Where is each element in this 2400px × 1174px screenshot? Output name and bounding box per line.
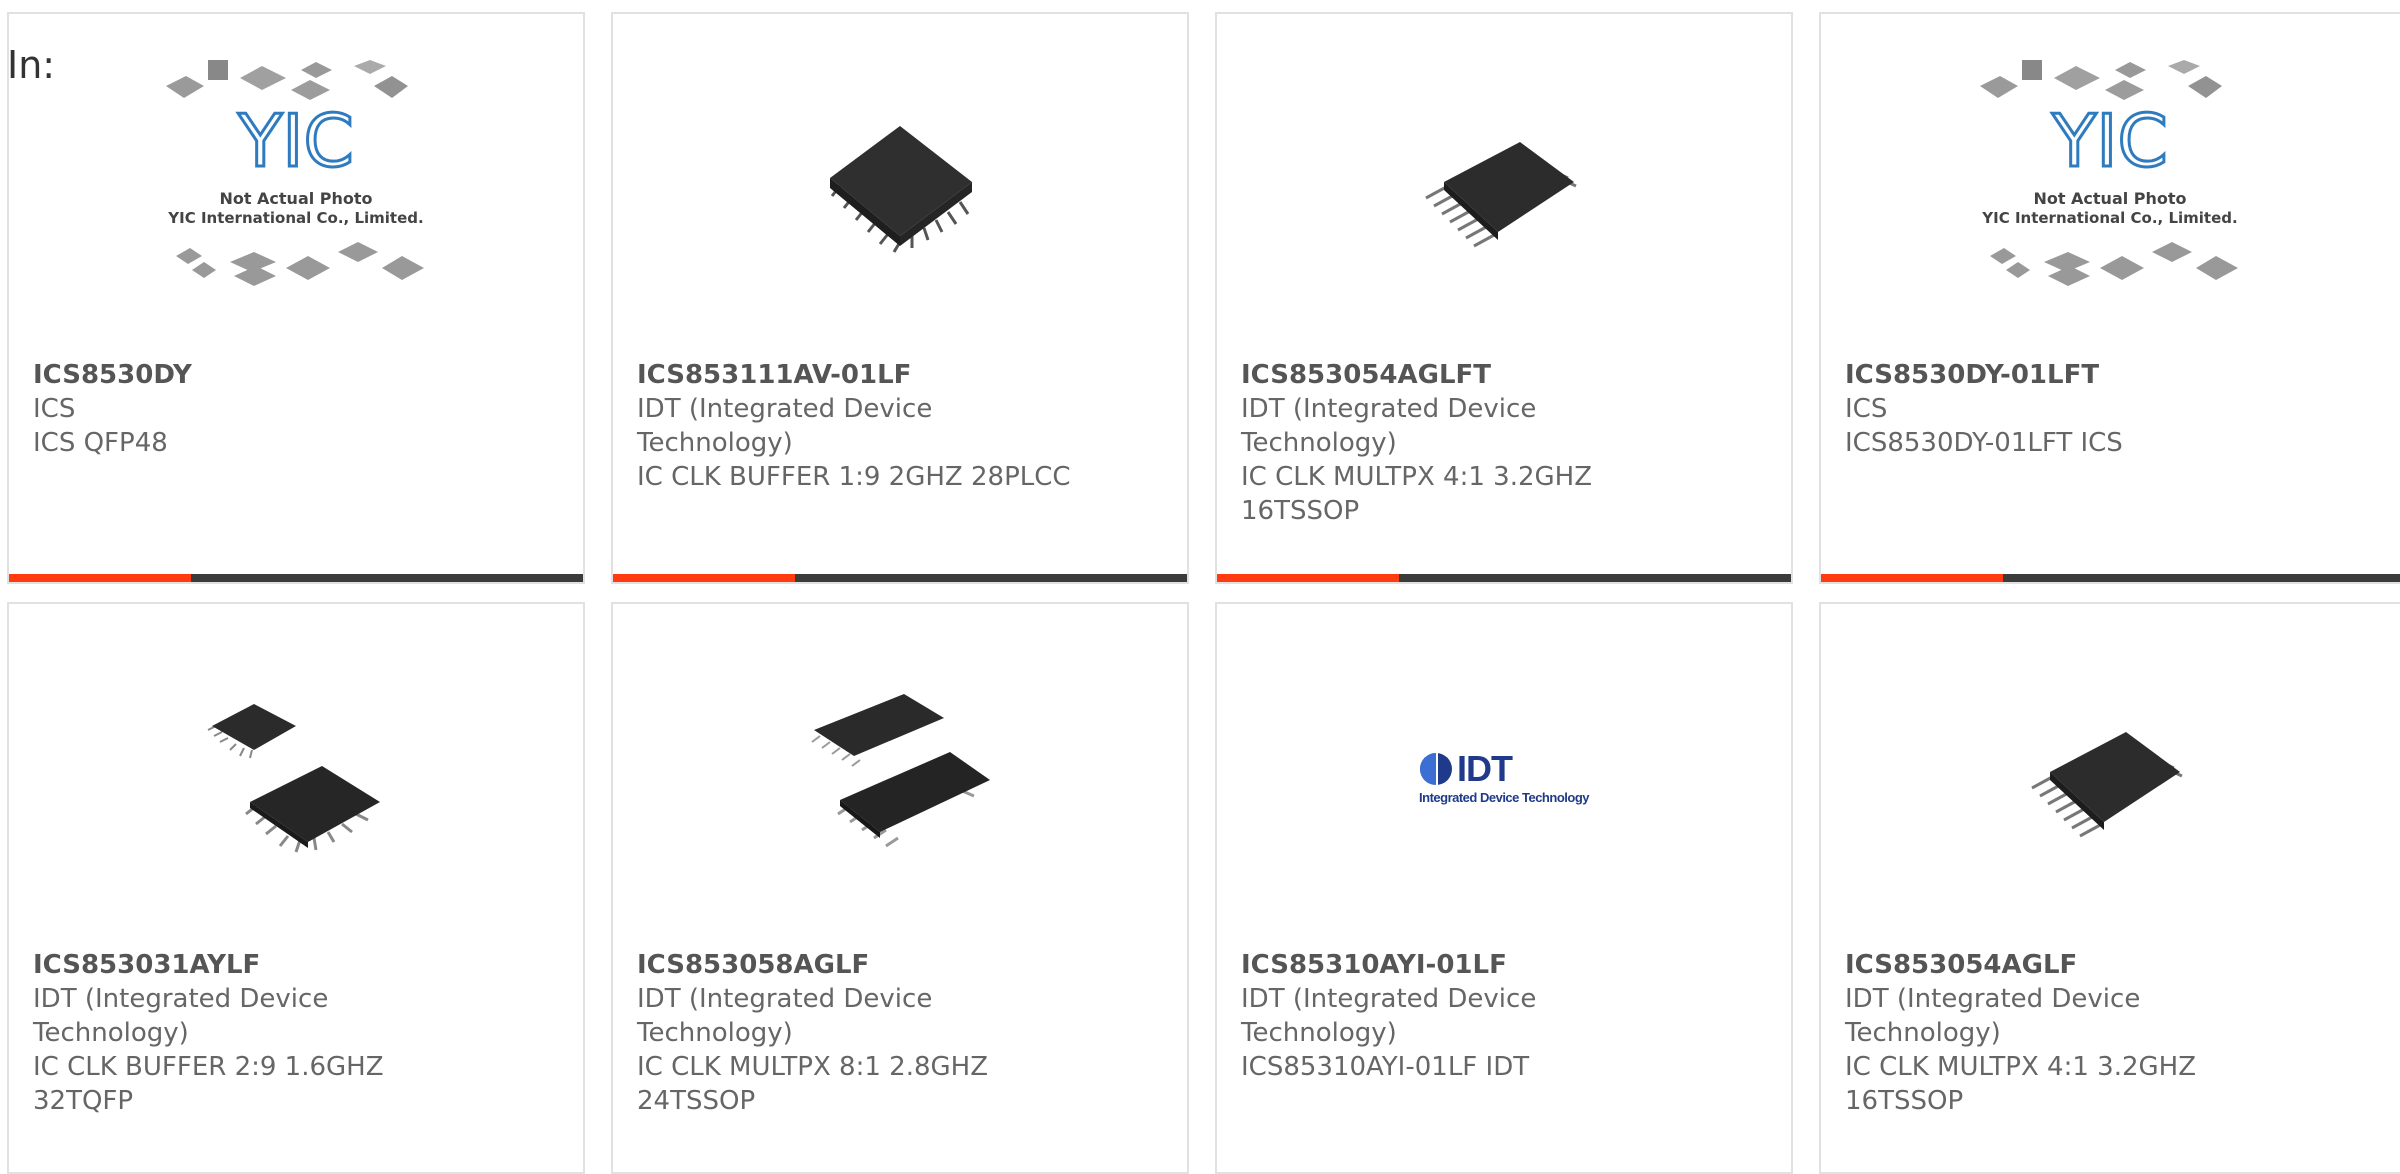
card-bar bbox=[9, 574, 583, 582]
manufacturer-cont: Technology) bbox=[1241, 1018, 1397, 1048]
manufacturer: IDT (Integrated Device bbox=[33, 984, 329, 1014]
product-info: ICS853031AYLF IDT (Integrated Device Tec… bbox=[33, 948, 563, 1118]
tssop-chip-image bbox=[2031, 732, 2183, 838]
card-bar bbox=[1217, 574, 1791, 582]
part-number[interactable]: ICS853058AGLF bbox=[637, 948, 1167, 982]
product-card[interactable]: IDT Integrated Device Technology ICS8531… bbox=[1215, 602, 1793, 1174]
idt-logo-icon bbox=[1420, 752, 1453, 785]
description: ICS85310AYI-01LF IDT bbox=[1241, 1052, 1530, 1082]
product-info: ICS853054AGLF IDT (Integrated Device Tec… bbox=[1845, 948, 2387, 1118]
card-bar-accent bbox=[9, 574, 191, 582]
manufacturer: IDT (Integrated Device bbox=[637, 984, 933, 1014]
svg-text:YIC International Co., Limited: YIC International Co., Limited. bbox=[1981, 209, 2237, 227]
manufacturer: ICS bbox=[33, 394, 76, 424]
manufacturer-cont: Technology) bbox=[1845, 1018, 2001, 1048]
product-image[interactable] bbox=[2010, 676, 2210, 876]
part-number[interactable]: ICS8530DY-01LFT bbox=[1845, 358, 2387, 392]
svg-text:Not Actual Photo: Not Actual Photo bbox=[219, 189, 372, 208]
part-number[interactable]: ICS85310AYI-01LF bbox=[1241, 948, 1771, 982]
yic-logo-text: YIC bbox=[237, 99, 354, 183]
svg-text:Not Actual Photo: Not Actual Photo bbox=[2033, 189, 2186, 208]
yic-logo-text: YIC bbox=[2051, 99, 2168, 183]
placeholder-photo: YIC Not Actual Photo YIC International C… bbox=[146, 56, 446, 316]
product-info: ICS85310AYI-01LF IDT (Integrated Device … bbox=[1241, 948, 1771, 1084]
manufacturer: IDT (Integrated Device bbox=[1241, 984, 1537, 1014]
tssop-chip-image bbox=[1425, 142, 1577, 248]
description: IC CLK MULTPX 4:1 3.2GHZ bbox=[1845, 1052, 2197, 1082]
manufacturer-cont: Technology) bbox=[637, 1018, 793, 1048]
product-card[interactable]: YIC Not Actual Photo YIC International C… bbox=[7, 12, 585, 584]
manufacturer: IDT (Integrated Device bbox=[637, 394, 933, 424]
card-bar-accent bbox=[1821, 574, 2003, 582]
card-bar-accent bbox=[613, 574, 795, 582]
product-card[interactable]: YIC Not Actual Photo YIC International C… bbox=[1819, 12, 2400, 584]
part-number[interactable]: ICS853111AV-01LF bbox=[637, 358, 1167, 392]
product-card[interactable]: ICS853054AGLFT IDT (Integrated Device Te… bbox=[1215, 12, 1793, 584]
product-image[interactable] bbox=[800, 86, 1000, 286]
idt-logo-name: IDT bbox=[1457, 747, 1513, 789]
product-image[interactable] bbox=[800, 676, 1000, 876]
manufacturer: IDT (Integrated Device bbox=[1241, 394, 1537, 424]
manufacturer: IDT (Integrated Device bbox=[1845, 984, 2141, 1014]
plcc-chip-image bbox=[830, 126, 972, 253]
tqfp-chips-image bbox=[207, 704, 380, 853]
description: IC CLK MULTPX 4:1 3.2GHZ bbox=[1241, 462, 1593, 492]
description-cont: 16TSSOP bbox=[1241, 496, 1360, 526]
product-card[interactable]: ICS853054AGLF IDT (Integrated Device Tec… bbox=[1819, 602, 2400, 1174]
product-info: ICS853058AGLF IDT (Integrated Device Tec… bbox=[637, 948, 1167, 1118]
product-image[interactable] bbox=[1404, 86, 1604, 286]
part-number[interactable]: ICS853031AYLF bbox=[33, 948, 563, 982]
description: ICS QFP48 bbox=[33, 428, 168, 458]
product-card[interactable]: ICS853058AGLF IDT (Integrated Device Tec… bbox=[611, 602, 1189, 1174]
product-image[interactable]: IDT Integrated Device Technology bbox=[1404, 676, 1604, 876]
part-number[interactable]: ICS853054AGLFT bbox=[1241, 358, 1771, 392]
product-info: ICS853111AV-01LF IDT (Integrated Device … bbox=[637, 358, 1167, 494]
svg-text:YIC International Co., Limited: YIC International Co., Limited. bbox=[167, 209, 423, 227]
part-number[interactable]: ICS853054AGLF bbox=[1845, 948, 2387, 982]
manufacturer-cont: Technology) bbox=[637, 428, 793, 458]
description: IC CLK MULTPX 8:1 2.8GHZ bbox=[637, 1052, 989, 1082]
product-image[interactable]: YIC Not Actual Photo YIC International C… bbox=[166, 60, 424, 286]
product-info: ICS8530DY-01LFT ICS ICS8530DY-01LFT ICS bbox=[1845, 358, 2387, 460]
in-label: In: bbox=[7, 43, 56, 87]
description-cont: 24TSSOP bbox=[637, 1086, 756, 1116]
product-image[interactable] bbox=[196, 676, 396, 876]
manufacturer-cont: Technology) bbox=[33, 1018, 189, 1048]
product-info: ICS8530DY ICS ICS QFP48 bbox=[33, 358, 563, 460]
description-cont: 16TSSOP bbox=[1845, 1086, 1964, 1116]
card-bar bbox=[613, 574, 1187, 582]
product-info: ICS853054AGLFT IDT (Integrated Device Te… bbox=[1241, 358, 1771, 528]
part-number[interactable]: ICS8530DY bbox=[33, 358, 563, 392]
idt-logo: IDT Integrated Device Technology bbox=[1419, 748, 1589, 805]
manufacturer: ICS bbox=[1845, 394, 1888, 424]
product-card[interactable]: ICS853031AYLF IDT (Integrated Device Tec… bbox=[7, 602, 585, 1174]
product-image[interactable]: YIC Not Actual Photo YIC International C… bbox=[1980, 60, 2238, 286]
card-bar-accent bbox=[1217, 574, 1399, 582]
description-cont: 32TQFP bbox=[33, 1086, 134, 1116]
card-bar bbox=[1821, 574, 2400, 582]
idt-logo-tagline: Integrated Device Technology bbox=[1419, 789, 1589, 805]
description: IC CLK BUFFER 1:9 2GHZ 28PLCC bbox=[637, 462, 1071, 492]
product-card[interactable]: ICS853111AV-01LF IDT (Integrated Device … bbox=[611, 12, 1189, 584]
placeholder-photo: YIC Not Actual Photo YIC International C… bbox=[1960, 56, 2260, 316]
description: IC CLK BUFFER 2:9 1.6GHZ bbox=[33, 1052, 384, 1082]
description: ICS8530DY-01LFT ICS bbox=[1845, 428, 2123, 458]
manufacturer-cont: Technology) bbox=[1241, 428, 1397, 458]
tssop-pair-image bbox=[811, 694, 990, 848]
